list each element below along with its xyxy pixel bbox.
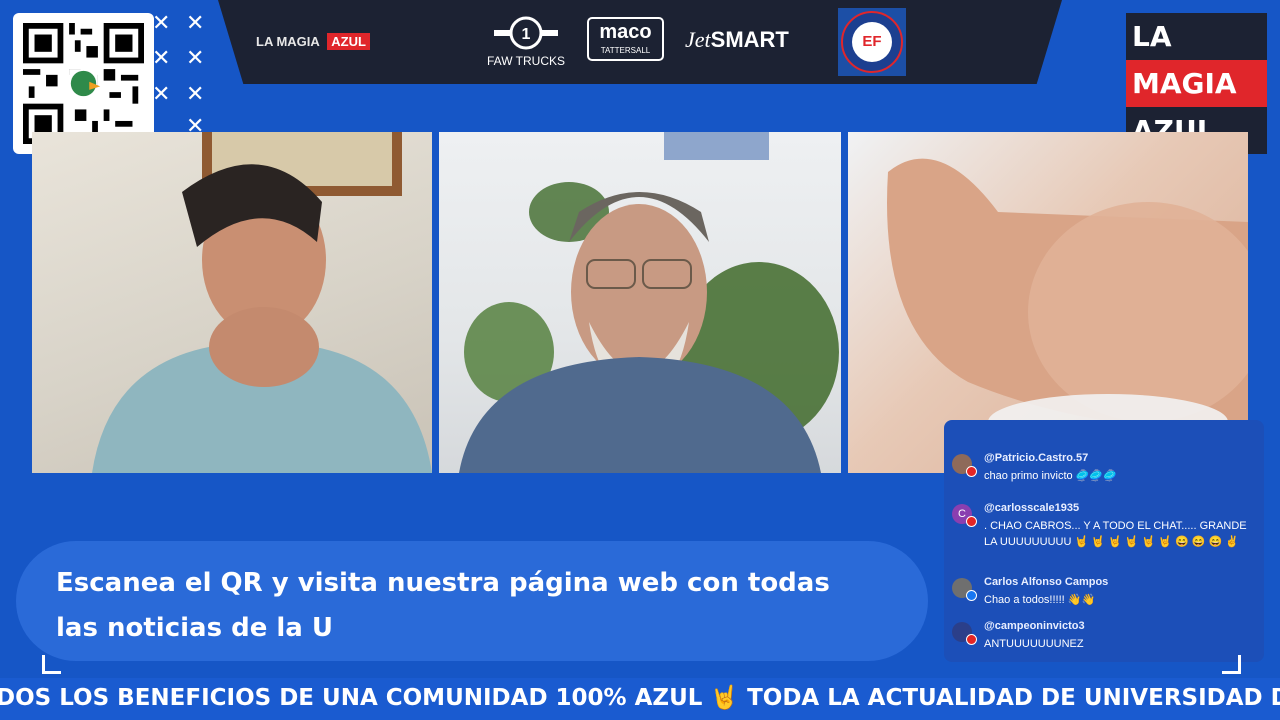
chat-message: @campeoninvicto3 ANTUUUUUUUNEZ (952, 620, 1252, 654)
qr-code-icon (23, 23, 144, 144)
faw-logo-icon: 1 (494, 16, 558, 50)
sponsor-jet-text: Jet (685, 27, 711, 52)
live-chat-panel: @Patricio.Castro.57 chao primo invicto 🥏… (944, 420, 1264, 662)
chat-text: ANTUUUUUUUNEZ (984, 638, 1084, 650)
video-feed-2-scene (459, 132, 839, 473)
info-banner: Escanea el QR y visita nuestra página we… (16, 541, 928, 661)
sponsor-smart-text: SMART (710, 27, 789, 52)
youtube-source-icon (966, 516, 977, 527)
video-feed-1 (32, 132, 432, 473)
chat-message: Carlos Alfonso Campos Chao a todos!!!!! … (952, 576, 1252, 610)
decor-x: ✕ (152, 82, 171, 107)
brand-line-la: LA (1126, 13, 1267, 60)
chat-text: Chao a todos!!!!! 👋👋 (984, 594, 1096, 606)
chat-author: @carlosscale1935 (984, 502, 1080, 514)
chat-author: Carlos Alfonso Campos (984, 576, 1109, 588)
youtube-source-icon (966, 466, 977, 477)
svg-text:1: 1 (522, 26, 531, 43)
chat-text: . CHAO CABROS... Y A TODO EL CHAT..... G… (984, 520, 1247, 548)
chat-message: C @carlosscale1935 . CHAO CABROS... Y A … (952, 502, 1252, 564)
brand-line-magia: MAGIA (1126, 60, 1267, 107)
sponsor-logo-lamagia: LA MAGIA AZUL (256, 33, 370, 51)
school-badge-text: EF (862, 33, 882, 50)
decor-x: ✕ (186, 46, 205, 71)
sponsor-school: EF (838, 8, 906, 76)
sponsor-lamagia-text: LA MAGIA (256, 34, 320, 49)
decor-x: ✕ (186, 82, 205, 107)
video-feed-2 (439, 132, 841, 473)
sponsor-maco-text: maco (599, 21, 652, 43)
news-ticker-text: DOS LOS BENEFICIOS DE UNA COMUNIDAD 100%… (0, 685, 1280, 711)
chat-author: @campeoninvicto3 (984, 620, 1085, 632)
sponsor-faw-text: FAW TRUCKS (486, 54, 565, 68)
chat-text: chao primo invicto 🥏🥏🥏 (984, 470, 1117, 482)
chat-message: @Patricio.Castro.57 chao primo invicto 🥏… (952, 452, 1252, 486)
sponsor-maco: maco TATTERSALL (587, 17, 664, 61)
decor-x: ✕ (186, 11, 205, 36)
sponsor-maco-sub: TATTERSALL (600, 46, 651, 55)
frame-corner-bottom-left (42, 655, 61, 674)
video-feed-1-scene (92, 132, 432, 473)
facebook-source-icon (966, 590, 977, 601)
frame-corner-bottom-right (1222, 655, 1241, 674)
sponsor-azul-text: AZUL (327, 33, 370, 50)
decor-x: ✕ (152, 46, 171, 71)
sponsor-jetsmart: JetSMART (685, 27, 789, 53)
decor-x: ✕ (152, 11, 171, 36)
sponsor-faw: 1 FAW TRUCKS (476, 16, 576, 68)
info-banner-text: Escanea el QR y visita nuestra página we… (56, 568, 830, 643)
youtube-source-icon (966, 634, 977, 645)
news-ticker: DOS LOS BENEFICIOS DE UNA COMUNIDAD 100%… (0, 678, 1280, 720)
chat-author: @Patricio.Castro.57 (984, 452, 1089, 464)
